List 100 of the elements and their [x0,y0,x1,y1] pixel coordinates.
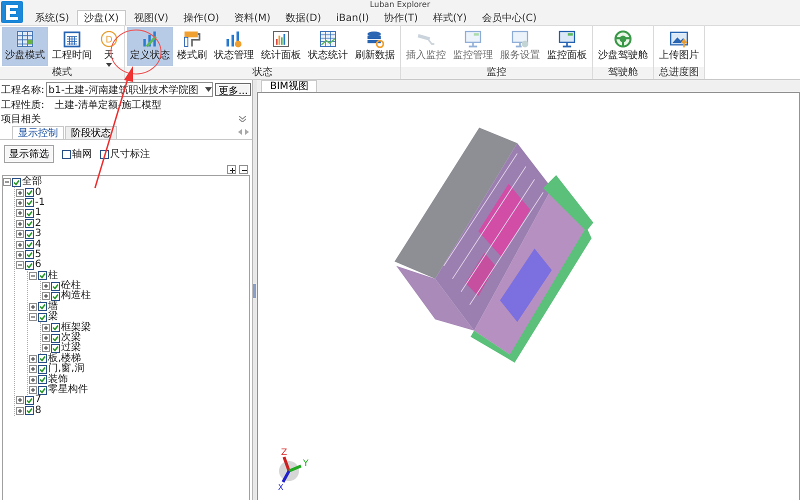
checkbox[interactable] [25,230,34,239]
panel-tab[interactable]: 阶段状态 [65,126,117,139]
tree-item-label[interactable]: 8 [35,406,42,416]
tree-item-label[interactable]: 板,楼梯 [48,354,82,364]
checkbox[interactable] [25,188,34,198]
more-button[interactable]: 更多... [215,83,251,96]
menu-tab[interactable]: 数据(D) [278,10,328,25]
menu-tab[interactable]: 会员中心(C) [474,10,544,25]
checkbox[interactable] [51,282,60,291]
tree-item-label[interactable]: 零星构件 [48,385,88,395]
section-header[interactable]: 项目相关 [1,112,41,126]
checkbox[interactable] [38,364,47,374]
menu-tab[interactable]: 系统(S) [28,10,76,25]
checkbox[interactable] [38,354,47,364]
expand-toggle-icon[interactable] [42,344,50,352]
expand-toggle-icon[interactable] [29,313,37,322]
expand-toggle-icon[interactable] [16,261,24,270]
checkbox[interactable] [38,375,47,384]
checkbox[interactable] [25,260,34,270]
tree-item-label[interactable]: 全部 [22,177,42,188]
tree-item-label[interactable]: 过梁 [61,343,81,354]
expand-toggle-icon[interactable] [29,386,37,394]
ribbon-button[interactable]: 工程时间 [49,27,95,66]
expand-toggle-icon[interactable] [29,365,37,374]
expand-toggle-icon[interactable] [16,188,24,197]
expand-toggle-icon[interactable] [16,396,24,404]
expand-toggle-icon[interactable] [29,376,37,384]
checkbox[interactable] [25,208,34,218]
expand-toggle-icon[interactable] [16,406,24,415]
menu-tab[interactable]: 协作(T) [376,10,425,25]
expand-toggle-icon[interactable] [42,282,50,290]
checkbox[interactable] [38,302,47,312]
checkbox[interactable] [62,150,71,158]
ribbon-button[interactable]: 状态管理 [211,27,257,66]
checkbox[interactable] [51,344,60,353]
tree-item-label[interactable]: 5 [35,250,42,260]
expand-toggle-icon[interactable] [16,198,24,207]
menu-tab[interactable]: 操作(O) [176,10,226,25]
checkbox[interactable] [51,334,60,343]
tree-item-label[interactable]: 7 [35,395,42,406]
tree-item-label[interactable]: 0 [35,188,42,198]
expand-toggle-icon[interactable] [29,354,37,363]
checkbox[interactable] [25,198,34,208]
tree-item-label[interactable]: 构造柱 [61,291,91,302]
ribbon-button[interactable]: 统计面板 [258,27,304,66]
view-tab[interactable]: BIM视图 [261,80,318,92]
ribbon-button[interactable]: 状态统计 [305,27,351,66]
expand-toggle-icon[interactable] [16,209,24,218]
caret-icon[interactable] [205,86,212,93]
expand-toggle-icon[interactable] [16,240,24,249]
ribbon-button[interactable]: 监控面板 [544,27,590,66]
menu-tab[interactable]: 视图(V) [126,10,176,25]
checkbox[interactable] [12,178,21,187]
checkbox[interactable] [25,250,34,260]
filter-button[interactable]: 显示筛选 [4,145,54,163]
expand-all-button[interactable] [227,165,236,174]
menu-tab[interactable]: iBan(I) [329,10,376,25]
expand-toggle-icon[interactable] [3,178,11,186]
expand-toggle-icon[interactable] [29,272,37,280]
checkbox[interactable] [38,386,47,394]
menu-tab[interactable]: 样式(Y) [426,10,474,25]
checkbox[interactable] [25,240,34,250]
tree-item-label[interactable]: 4 [35,240,42,250]
ribbon-button[interactable]: 上传图片 [656,27,702,66]
expand-toggle-icon[interactable] [42,334,50,342]
checkbox[interactable] [38,271,47,280]
checkbox[interactable] [51,292,60,301]
tree-item-label[interactable]: 梁 [48,312,58,322]
expand-toggle-icon[interactable] [16,230,24,238]
tree-item-label[interactable]: 框架梁 [61,322,91,333]
splitter-handle[interactable] [253,284,256,298]
checkbox[interactable] [25,396,34,405]
chevron-down-icon[interactable] [239,116,246,122]
tree-item-label[interactable]: 装饰 [48,374,68,385]
tree-item-label[interactable]: 墙 [48,302,58,312]
tree-item-label[interactable]: -1 [35,198,45,208]
collapse-all-button[interactable] [239,165,248,174]
checkbox[interactable] [25,219,34,228]
expand-toggle-icon[interactable] [16,220,24,228]
tree-item-label[interactable]: 3 [35,229,42,240]
ribbon-button[interactable]: 沙盘驾驶舱 [595,27,651,66]
tree-item-label[interactable]: 6 [35,260,42,270]
panel-tab[interactable]: 显示控制 [12,126,64,139]
expand-toggle-icon[interactable] [29,302,37,311]
tree-item-label[interactable]: 2 [35,218,42,229]
expand-toggle-icon[interactable] [42,292,50,300]
tree-item-label[interactable]: 1 [35,208,42,218]
checkbox[interactable] [38,312,47,322]
ribbon-button[interactable]: 沙盘模式 [2,27,48,66]
checkbox-label[interactable]: 尺寸标注 [110,147,150,161]
checkbox[interactable] [25,406,34,416]
checkbox-label[interactable]: 轴网 [72,147,92,161]
tree-item-label[interactable]: 柱 [48,270,58,281]
expand-toggle-icon[interactable] [42,324,50,332]
ribbon-button[interactable]: 楼式刷 [174,27,210,66]
checkbox[interactable] [51,323,60,332]
ribbon-button[interactable]: 刷新数据 [352,27,398,66]
expand-toggle-icon[interactable] [16,250,24,259]
menu-tab[interactable]: 资料(M) [227,10,278,25]
menu-tab[interactable]: 沙盘(X) [77,10,126,25]
